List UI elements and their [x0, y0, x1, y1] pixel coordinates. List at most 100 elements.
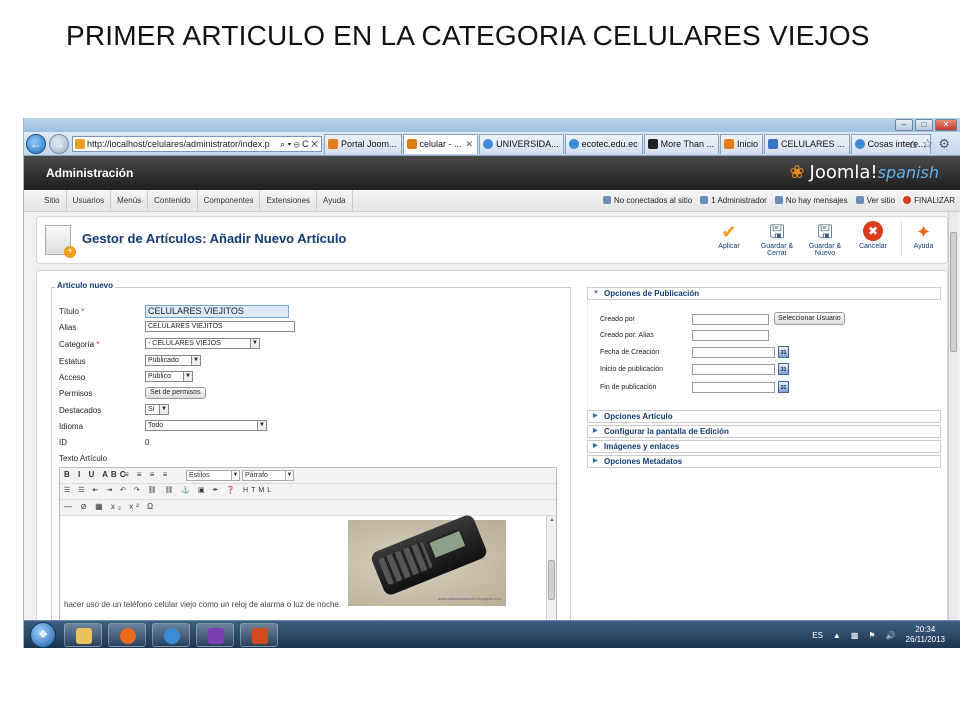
options-panel-header[interactable]: ▶ Imágenes y enlaces [587, 440, 941, 453]
scroll-thumb[interactable] [548, 560, 555, 600]
network-icon[interactable]: ▩ [851, 631, 859, 640]
calendar-icon[interactable]: 31 [778, 381, 789, 393]
editor-toolbar-row-2: ☰ ☰ ⇤ ⇥ ↶ ↷ ⛓ ⛓ ⚓ ▣ ✒ ❓ HTML [60, 484, 556, 500]
panel-label: Imágenes y enlaces [604, 442, 680, 451]
publicacion-panel-header[interactable]: ▼ Opciones de Publicación [587, 287, 941, 300]
help-icon: ✦ [915, 222, 932, 242]
browser-tab[interactable]: More Than ... [643, 134, 720, 154]
format-buttons[interactable]: B I U ABC [64, 470, 128, 479]
taskbar-internet-explorer[interactable] [152, 623, 190, 647]
destacados-select[interactable]: Sí ▼ [145, 404, 169, 415]
save-close-button[interactable]: 🖫 Guardar & Cerrar [757, 221, 797, 257]
permisos-button[interactable]: Set de permisos [145, 387, 206, 399]
browser-tab[interactable]: UNIVERSIDA... [479, 134, 564, 154]
inicio-publicacion-input[interactable] [692, 364, 775, 375]
menu-item-4[interactable]: Componentes [198, 190, 261, 212]
categoria-select[interactable]: - CELULARES VIEJOS ▼ [145, 338, 260, 349]
title-input[interactable]: CELULARES VIEJITOS [145, 305, 289, 318]
close-window-button[interactable]: ✕ [935, 119, 957, 131]
calendar-icon[interactable]: 31 [778, 346, 789, 358]
menu-item-2[interactable]: Menús [111, 190, 149, 212]
save-new-button[interactable]: 🖫 Guardar & Nuevo [805, 221, 845, 257]
address-bar[interactable]: http://localhost/celulares/administrator… [72, 136, 322, 152]
admin-title: Administración [46, 166, 134, 180]
menu-item-5[interactable]: Extensiones [260, 190, 318, 212]
taskbar-explorer[interactable] [64, 623, 102, 647]
close-tab-icon[interactable]: ✕ [466, 139, 474, 149]
star-icon[interactable]: ☆ [922, 136, 939, 151]
creado-alias-input[interactable] [692, 330, 769, 341]
browser-tabs: Portal Joom... celular - ... ✕ UNIVERSIDA..… [324, 134, 931, 154]
maximize-button[interactable]: □ [915, 119, 933, 131]
paragraph-dropdown[interactable]: Párrafo ▼ [242, 470, 294, 481]
back-button[interactable]: ← [26, 134, 46, 154]
gear-icon[interactable]: ⚙ [938, 136, 955, 151]
browser-tab[interactable]: CELULARES ... [764, 134, 850, 154]
align-buttons[interactable]: ≡ ≡ ≡ ≡ [124, 470, 170, 479]
joomla-logo-icon: ❀ [789, 162, 805, 183]
idioma-select[interactable]: Todo ▼ [145, 420, 267, 431]
taskbar-powerpoint[interactable] [240, 623, 278, 647]
browser-tab[interactable]: Inicio [720, 134, 764, 154]
tray-expand-icon[interactable]: ▲ [833, 631, 841, 640]
styles-dropdown[interactable]: Estilos ▼ [186, 470, 240, 481]
options-panel-header[interactable]: ▶ Opciones Metadatos [587, 455, 941, 468]
start-button[interactable]: ❖ [30, 622, 56, 648]
chevron-down-icon: ▼ [159, 405, 168, 414]
slide-title: PRIMER ARTICULO EN LA CATEGORIA CELULARE… [66, 20, 870, 51]
minimize-button[interactable]: – [895, 119, 913, 131]
permisos-label: Permisos [59, 389, 93, 398]
forward-button[interactable]: → [49, 134, 69, 154]
select-user-button[interactable]: Seleccionar Usuario [774, 312, 845, 325]
volume-icon[interactable]: 🔊 [886, 631, 896, 640]
options-panel-header[interactable]: ▶ Opciones Artículo [587, 410, 941, 423]
editor-tools-row-2[interactable]: ☰ ☰ ⇤ ⇥ ↶ ↷ ⛓ ⛓ ⚓ ▣ ✒ ❓ HTML [64, 486, 274, 494]
apply-button[interactable]: ✔ Aplicar [709, 221, 749, 257]
home-icon[interactable]: ⌂ [909, 136, 922, 151]
messages-status[interactable]: No hay mensajes [774, 190, 848, 212]
options-panel-header[interactable]: ▶ Configurar la pantalla de Edición [587, 425, 941, 438]
page-scroll-thumb[interactable] [950, 232, 957, 352]
creado-alias-label: Creado por: Alias [600, 332, 654, 339]
mail-icon [774, 196, 783, 204]
menu-item-0[interactable]: Sitio [38, 190, 67, 212]
scroll-up-icon[interactable]: ▲ [547, 516, 557, 524]
tab-label: ecotec.edu.ec [581, 139, 638, 149]
flag-icon[interactable]: ⚑ [868, 631, 875, 640]
help-button[interactable]: ✦ Ayuda [901, 221, 941, 257]
taskbar-onenote[interactable] [196, 623, 234, 647]
clock[interactable]: 20:34 26/11/2013 [906, 625, 945, 645]
alias-input[interactable]: CELULARES VIEJITOS [145, 321, 295, 332]
visitors-status: No conectados al sitio [602, 190, 692, 212]
menu-item-1[interactable]: Usuarios [67, 190, 112, 212]
estatus-select[interactable]: Publicado ▼ [145, 355, 201, 366]
browser-tab[interactable]: celular - ... ✕ [402, 134, 479, 154]
menu-item-3[interactable]: Contenido [148, 190, 198, 212]
editor-tools-row-3[interactable]: — ⊘ ▦ x₂ x² Ω [64, 502, 156, 511]
cancel-button[interactable]: ✖ Cancelar [853, 221, 893, 257]
browser-tab[interactable]: ecotec.edu.ec [564, 134, 643, 154]
logout-link[interactable]: FINALIZAR [903, 190, 955, 212]
menu-item-6[interactable]: Ayuda [317, 190, 353, 212]
calendar-icon[interactable]: 31 [778, 363, 789, 375]
fecha-creacion-input[interactable] [692, 347, 775, 358]
browser-tab[interactable]: Portal Joom... [324, 134, 402, 154]
chevron-down-icon: ▼ [183, 372, 192, 381]
taskbar-media-player[interactable] [108, 623, 146, 647]
estatus-label: Estatus [59, 357, 86, 366]
address-controls[interactable]: ⌕ ▾ ⊖ C ✕ [276, 137, 318, 151]
view-site-link[interactable]: Ver sitio [855, 190, 895, 212]
fin-publicacion-input[interactable] [692, 382, 775, 393]
alias-label: Alias [59, 323, 77, 332]
main-panel: Artículo nuevo Título * CELULARES VIEJIT… [36, 270, 948, 648]
page-scrollbar[interactable] [948, 212, 958, 620]
old-phone-image[interactable]: www.articulosbasicos.blogspot.com [348, 513, 506, 606]
acceso-select[interactable]: Publico ▼ [145, 371, 193, 382]
editor-toolbar-row-3: — ⊘ ▦ x₂ x² Ω [60, 500, 556, 516]
required-mark: * [96, 340, 100, 349]
toolbar-panel: + Gestor de Artículos: Añadir Nuevo Artí… [36, 216, 948, 264]
creado-por-input[interactable] [692, 314, 769, 325]
save-icon: 🖫 [769, 222, 785, 242]
language-indicator[interactable]: ES [812, 631, 823, 640]
joomla-favicon-icon [328, 139, 338, 149]
